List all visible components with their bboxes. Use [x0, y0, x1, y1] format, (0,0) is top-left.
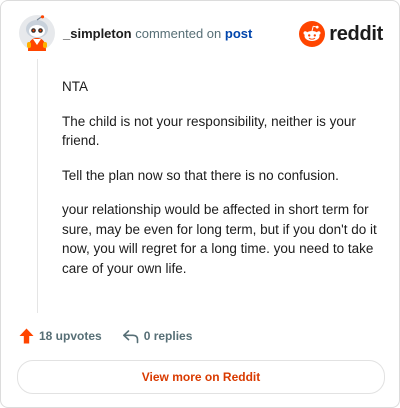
username-link[interactable]: _simpleton [63, 26, 132, 41]
comment-actions: 18 upvotes 0 replies [19, 326, 192, 346]
reddit-wordmark: reddit [329, 22, 383, 45]
comment-paragraph: The child is not your responsibility, ne… [62, 113, 356, 149]
reply-arrow-icon [122, 329, 139, 343]
reddit-logo-icon [299, 21, 326, 47]
action-text: commented on [135, 26, 222, 41]
byline: _simpleton commented on post [63, 26, 252, 42]
comment-embed-card: _simpleton commented on post reddit NTA … [0, 0, 400, 408]
upvote-button[interactable]: 18 upvotes [19, 328, 102, 344]
reddit-brand[interactable]: reddit [299, 20, 383, 48]
avatar[interactable] [19, 15, 55, 51]
post-link[interactable]: post [225, 26, 252, 41]
comment-paragraph: Tell the plan now so that there is no co… [62, 167, 339, 183]
comment-paragraph: NTA [62, 79, 88, 94]
reply-count: 0 replies [143, 329, 193, 343]
upvote-arrow-icon [19, 328, 34, 344]
snoo-avatar-icon [19, 15, 55, 51]
comment-body: NTA The child is not your responsibility… [62, 77, 382, 293]
view-more-button[interactable]: View more on Reddit [17, 360, 385, 394]
comment-header: _simpleton commented on post reddit [19, 15, 383, 55]
thread-line [37, 59, 38, 313]
reply-button[interactable]: 0 replies [122, 329, 193, 344]
upvote-count: 18 upvotes [39, 329, 102, 343]
comment-paragraph: your relationship would be affected in s… [62, 202, 377, 276]
